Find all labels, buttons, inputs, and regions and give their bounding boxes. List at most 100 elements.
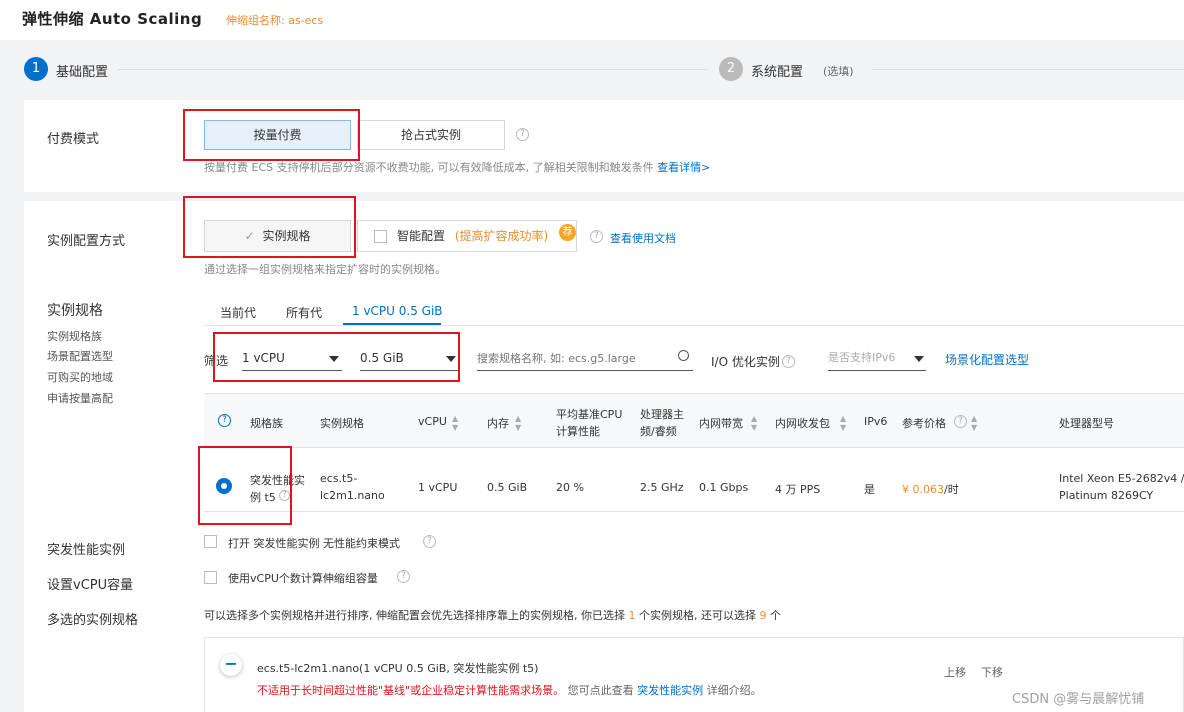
- row-baseline: 20 %: [556, 481, 584, 494]
- step-2-label[interactable]: 系统配置: [751, 61, 803, 80]
- th-spec: 实例规格: [320, 417, 364, 430]
- spec-search-input[interactable]: [477, 347, 693, 371]
- row-price-value: ¥ 0.063: [902, 483, 944, 496]
- row-spec-line1: ecs.t5-: [320, 472, 358, 485]
- annotation-box-filter: [213, 332, 460, 382]
- step-divider-2: [872, 69, 1184, 70]
- selected-spec-hint-pre: 您可点此查看: [567, 684, 634, 697]
- multi-hint-mid: 个实例规格, 还可以选择: [638, 609, 756, 622]
- step-2-number: 2: [719, 57, 743, 81]
- recommended-badge: 荐: [559, 224, 576, 241]
- config-method-help-icon[interactable]: ?: [590, 230, 603, 243]
- usage-doc-link[interactable]: 查看使用文档: [610, 230, 676, 246]
- vcpu-capacity-help-icon[interactable]: ?: [397, 570, 410, 583]
- side-link-families[interactable]: 实例规格族: [47, 328, 102, 344]
- multi-spec-hint: 可以选择多个实例规格并进行排序, 伸缩配置会优先选择排序靠上的实例规格, 你已选…: [204, 607, 781, 623]
- tab-current-gen[interactable]: 当前代: [220, 304, 256, 321]
- side-link-scenario[interactable]: 场景配置选型: [47, 348, 113, 364]
- billing-label: 付费模式: [47, 132, 100, 147]
- io-optimized-label: I/O 优化实例: [711, 355, 780, 369]
- sort-bandwidth-icon[interactable]: ▲ ▼: [751, 414, 757, 432]
- step-1-label[interactable]: 基础配置: [56, 61, 108, 80]
- config-method-hint: 通过选择一组实例规格来指定扩容时的实例规格。: [204, 263, 446, 276]
- selected-spec-warning: 不适用于长时间超过性能"基线"或企业稳定计算性能需求场景。 您可点此查看 突发性…: [257, 682, 762, 698]
- burst-checkbox[interactable]: [204, 535, 217, 548]
- step-2-note: (选填): [823, 65, 854, 78]
- vcpu-capacity-checkbox-text: 使用vCPU个数计算伸缩组容量: [228, 572, 378, 585]
- row-ipv6: 是: [864, 483, 875, 496]
- step-1-number: 1: [24, 57, 48, 81]
- ipv6-select-placeholder: 是否支持IPv6: [828, 351, 896, 364]
- annotation-box-config-method: [183, 196, 356, 258]
- annotation-box-billing: [183, 109, 360, 161]
- multi-spec-label: 多选的实例规格: [47, 613, 139, 628]
- move-up-button[interactable]: 上移: [944, 664, 966, 680]
- app-title: 弹性伸缩 Auto Scaling: [22, 10, 203, 28]
- row-spec-line2: lc2m1.nano: [320, 489, 385, 502]
- th-price[interactable]: 参考价格: [902, 415, 946, 431]
- multi-count-remaining: 9: [759, 609, 767, 622]
- row-price: ¥ 0.063/时: [902, 481, 959, 497]
- th-baseline-line2: 计算性能: [556, 425, 600, 438]
- sort-memory-icon[interactable]: ▲ ▼: [515, 414, 521, 432]
- th-freq-line1: 处理器主: [640, 408, 684, 421]
- tab-all-gen[interactable]: 所有代: [286, 304, 322, 321]
- burst-label: 突发性能实例: [47, 543, 126, 558]
- sort-vcpu-icon[interactable]: ▲ ▼: [452, 414, 458, 432]
- row-pps: 4 万 PPS: [775, 483, 821, 496]
- th-freq-line2: 频/睿频: [640, 425, 677, 438]
- th-vcpu[interactable]: vCPU: [418, 415, 447, 428]
- table-row[interactable]: [204, 462, 1184, 512]
- row-memory: 0.5 GiB: [487, 481, 528, 494]
- burst-help-icon[interactable]: ?: [423, 535, 436, 548]
- selected-spec-warning-text: 不适用于长时间超过性能"基线"或企业稳定计算性能需求场景。: [257, 684, 565, 697]
- billing-hint: 按量付费 ECS 支持停机后部分资源不收费功能, 可以有效降低成本, 了解相关限…: [204, 159, 710, 175]
- row-cpu-line2: Platinum 8269CY: [1059, 489, 1154, 502]
- multi-hint-pre: 可以选择多个实例规格并进行排序, 伸缩配置会优先选择排序靠上的实例规格, 你已选…: [204, 609, 625, 622]
- smart-config-label: 智能配置: [397, 229, 446, 243]
- annotation-box-row: [198, 446, 292, 525]
- th-baseline-line1: 平均基准CPU: [556, 408, 623, 421]
- scaling-group-name: 伸缩组名称: as-ecs: [226, 14, 324, 27]
- smart-config-button[interactable]: 智能配置 (提高扩容成功率): [357, 220, 577, 252]
- price-help-icon[interactable]: ?: [954, 415, 967, 428]
- vcpu-capacity-checkbox[interactable]: [204, 571, 217, 584]
- multi-count-selected: 1: [628, 609, 636, 622]
- remove-spec-icon[interactable]: −: [220, 654, 242, 676]
- ipv6-select[interactable]: 是否支持IPv6: [828, 349, 926, 371]
- spot-instance-button[interactable]: 抢占式实例: [357, 120, 505, 150]
- th-memory[interactable]: 内存: [487, 415, 509, 431]
- sort-price-icon[interactable]: ▲ ▼: [971, 414, 977, 432]
- tabs-divider: [204, 325, 1184, 326]
- row-cpu-line1: Intel Xeon E5-2682v4 /: [1059, 472, 1184, 485]
- sort-pps-icon[interactable]: ▲ ▼: [840, 414, 846, 432]
- selected-spec-hint-post: 详细介绍。: [706, 684, 762, 697]
- step-divider: [118, 69, 708, 70]
- th-bandwidth[interactable]: 内网带宽: [699, 415, 743, 431]
- move-down-button[interactable]: 下移: [981, 664, 1003, 680]
- config-method-label: 实例配置方式: [47, 234, 126, 249]
- th-family: 规格族: [250, 417, 283, 430]
- th-pps[interactable]: 内网收发包: [775, 415, 830, 431]
- burst-instance-link[interactable]: 突发性能实例: [637, 684, 703, 697]
- side-link-apply-quota[interactable]: 申请按量高配: [47, 390, 113, 406]
- spec-label: 实例规格: [47, 303, 103, 319]
- search-icon[interactable]: [678, 350, 689, 361]
- smart-config-checkbox[interactable]: [374, 230, 387, 243]
- row-price-unit: /时: [944, 483, 959, 496]
- row-bandwidth: 0.1 Gbps: [699, 481, 749, 494]
- side-link-regions[interactable]: 可购买的地域: [47, 369, 113, 385]
- multi-hint-post: 个: [769, 609, 781, 622]
- burst-checkbox-text: 打开 突发性能实例 无性能约束模式: [228, 537, 400, 550]
- table-help-icon[interactable]: ?: [218, 414, 231, 427]
- smart-config-note: (提高扩容成功率): [454, 229, 549, 243]
- scenario-config-link[interactable]: 场景化配置选型: [945, 351, 1029, 368]
- billing-hint-text: 按量付费 ECS 支持停机后部分资源不收费功能, 可以有效降低成本, 了解相关限…: [204, 161, 654, 174]
- billing-help-icon[interactable]: ?: [516, 128, 529, 141]
- watermark: CSDN @雾与晨解忧铺: [1012, 692, 1145, 707]
- io-help-icon[interactable]: ?: [782, 355, 795, 368]
- tab-1vcpu-05gib[interactable]: 1 vCPU 0.5 GiB: [352, 304, 443, 318]
- ipv6-select-caret-icon: [914, 356, 924, 362]
- billing-details-link[interactable]: 查看详情>: [657, 161, 710, 174]
- vcpu-capacity-label: 设置vCPU容量: [47, 578, 134, 593]
